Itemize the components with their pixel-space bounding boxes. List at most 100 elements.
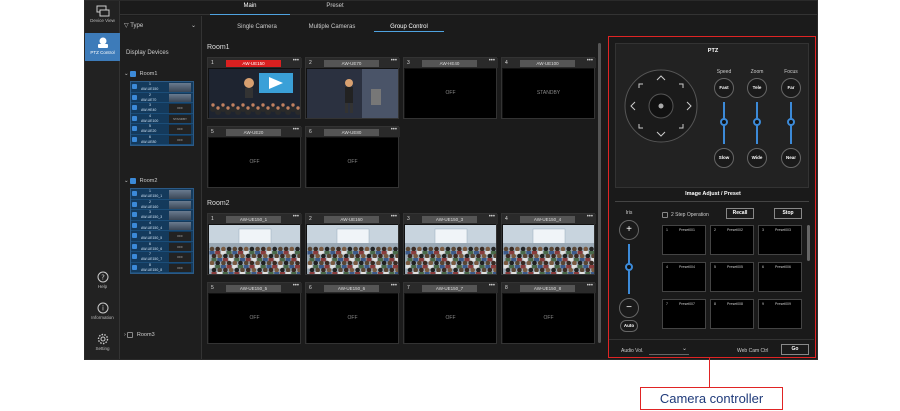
tab-single-camera[interactable]: Single Camera [222,24,292,30]
camera-tile[interactable]: 1 AW-UE150_1 ••• [207,213,302,275]
camera-tile[interactable]: 6 AW-UE80 ••• OFF [305,126,400,188]
iris-plus-button[interactable]: + [619,220,639,240]
preset-tile[interactable]: 2 Preset002 [710,225,754,255]
preset-tile[interactable]: 3 Preset003 [758,225,802,255]
more-options-icon[interactable]: ••• [391,214,397,220]
device-checkbox[interactable] [132,191,137,196]
preset-tile[interactable]: 5 Preset005 [710,262,754,292]
device-list-item[interactable]: 1 AW-UE150 [131,82,193,93]
camera-tile[interactable]: 2 AW-UE70 ••• [305,57,400,119]
device-list-item[interactable]: 3 AW-HE40 OFF [131,103,193,114]
stop-button[interactable]: Stop [774,208,802,219]
preset-tile[interactable]: 9 Preset009 [758,299,802,329]
room3-checkbox[interactable] [127,331,134,338]
more-options-icon[interactable]: ••• [293,127,299,133]
device-checkbox[interactable] [132,254,137,259]
more-options-icon[interactable]: ••• [489,214,495,220]
tab-multiple-cameras[interactable]: Multiple Cameras [297,24,367,30]
more-options-icon[interactable]: ••• [391,58,397,64]
iris-slider-knob[interactable] [625,263,633,271]
more-options-icon[interactable]: ••• [293,58,299,64]
preset-tile[interactable]: 8 Preset008 [710,299,754,329]
device-list-item[interactable]: 4 AW-UE100 STANDBY [131,114,193,124]
device-checkbox[interactable] [132,201,137,207]
more-options-icon[interactable]: ••• [587,283,593,289]
device-checkbox[interactable] [132,212,137,217]
room-row-room3[interactable]: › Room3 [124,330,155,340]
device-checkbox[interactable] [132,243,137,249]
camera-tile[interactable]: 7 AW-UE150_7 ••• OFF [403,282,498,344]
rail-device-view[interactable]: Device View [85,5,120,27]
rail-help[interactable]: ? Help [85,271,120,295]
preset-tile[interactable]: 1 Preset001 [662,225,706,255]
pan-tilt-joystick[interactable] [623,68,699,144]
more-options-icon[interactable]: ••• [489,58,495,64]
camera-tile[interactable]: 3 AW-UE150_3 ••• [403,213,498,275]
device-checkbox[interactable] [132,233,137,238]
camera-tile[interactable]: 2 AW-UE160 ••• [305,213,400,275]
tab-group-control[interactable]: Group Control [374,24,444,32]
device-list-item[interactable]: 4 AW-UE150_4 [131,221,193,231]
camera-tile[interactable]: 5 AW-UE20 ••• OFF [207,126,302,188]
device-checkbox[interactable] [132,222,137,228]
camera-tile[interactable]: 4 AW-UE150_4 ••• [501,213,596,275]
camera-tile[interactable]: 4 AW-UE100 ••• STANDBY [501,57,596,119]
preset-tile[interactable]: 4 Preset004 [662,262,706,292]
more-options-icon[interactable]: ••• [391,283,397,289]
far-button[interactable]: Far [781,78,801,98]
device-checkbox[interactable] [132,115,137,121]
room-row-room2[interactable]: ⌄ Room2 [124,176,157,186]
camera-tile[interactable]: 1 AW-UE150 ••• [207,57,302,119]
device-list-item[interactable]: 2 AW-UE160 [131,200,193,210]
more-options-icon[interactable]: ••• [293,283,299,289]
slow-button[interactable]: Slow [714,148,734,168]
fast-button[interactable]: Fast [714,78,734,98]
device-checkbox[interactable] [132,94,137,100]
go-button[interactable]: Go [781,344,809,355]
room-row-room1[interactable]: ⌄ Room1 [124,69,157,79]
zoom-slider-knob[interactable] [753,118,761,126]
camera-tile[interactable]: 8 AW-UE150_8 ••• OFF [501,282,596,344]
device-list-item[interactable]: 5 AW-UE150_5 OFF [131,231,193,242]
tab-preset[interactable]: Preset [295,3,375,9]
more-options-icon[interactable]: ••• [587,58,593,64]
rail-ptz-control[interactable]: PTZ Control [85,33,120,61]
camera-tile[interactable]: 5 AW-UE150_5 ••• OFF [207,282,302,344]
camera-tile[interactable]: 6 AW-UE150_6 ••• OFF [305,282,400,344]
device-list-item[interactable]: 3 AW-UE150_3 [131,210,193,221]
preset-scrollbar[interactable] [807,225,810,261]
device-list-item[interactable]: 8 AW-UE150_8 OFF [131,263,193,273]
device-list-item[interactable]: 1 AW-UE150_1 [131,189,193,200]
device-checkbox[interactable] [132,105,137,110]
device-checkbox[interactable] [132,84,137,89]
device-checkbox[interactable] [132,126,137,131]
iris-auto-button[interactable]: Auto [620,320,638,332]
preset-tile[interactable]: 7 Preset007 [662,299,706,329]
device-checkbox[interactable] [132,264,137,270]
iris-minus-button[interactable]: − [619,298,639,318]
wide-button[interactable]: Wide [747,148,767,168]
more-options-icon[interactable]: ••• [587,214,593,220]
preset-tile[interactable]: 6 Preset006 [758,262,802,292]
more-options-icon[interactable]: ••• [489,283,495,289]
more-options-icon[interactable]: ••• [391,127,397,133]
device-list-item[interactable]: 7 AW-UE150_7 OFF [131,252,193,263]
device-list-item[interactable]: 2 AW-UE70 [131,93,193,103]
camera-tile[interactable]: 3 AW-HE40 ••• OFF [403,57,498,119]
recall-button[interactable]: Recall [726,208,754,219]
rail-information[interactable]: i Information [85,302,120,326]
room1-checkbox[interactable] [130,70,137,77]
audio-vol-select[interactable]: ⌄ [649,345,689,355]
near-button[interactable]: Near [781,148,801,168]
type-filter[interactable]: ▽ Type ⌄ [124,22,196,34]
rail-setting[interactable]: Setting [85,333,120,357]
device-list-item[interactable]: 5 AW-UE20 OFF [131,124,193,135]
more-options-icon[interactable]: ••• [293,214,299,220]
focus-slider-knob[interactable] [787,118,795,126]
two-step-checkbox[interactable] [662,212,668,218]
tele-button[interactable]: Tele [747,78,767,98]
grid-scrollbar[interactable] [598,43,601,343]
device-list-item[interactable]: 6 AW-UE150_6 OFF [131,242,193,252]
device-checkbox[interactable] [132,136,137,142]
room2-checkbox[interactable] [130,177,137,184]
